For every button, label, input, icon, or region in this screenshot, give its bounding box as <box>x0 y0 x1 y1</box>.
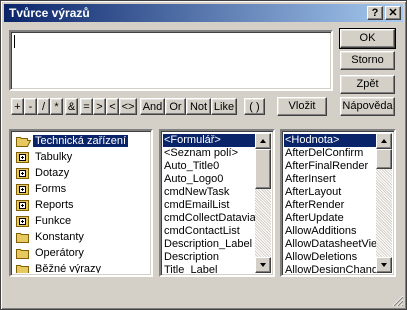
back-button[interactable]: Zpět <box>340 75 395 94</box>
list-item[interactable]: AfterInsert <box>284 173 376 186</box>
cancel-button[interactable]: Storno <box>340 51 395 70</box>
tree-item-label: Tabulky <box>35 151 73 163</box>
operator-less-button[interactable]: < <box>106 98 119 115</box>
tree-item-label: Forms <box>35 183 67 195</box>
value-list[interactable]: <Hodnota> AfterDelConfirm AfterFinalRend… <box>280 129 396 277</box>
list-item[interactable]: AllowDeletions <box>284 251 376 264</box>
folder-icon <box>16 249 29 259</box>
operator-equal-button[interactable]: = <box>80 98 93 115</box>
list-item[interactable]: Auto_Logo0 <box>163 173 255 186</box>
scroll-down-button[interactable] <box>376 257 392 273</box>
list-item[interactable]: Description <box>163 251 255 264</box>
operator-parentheses-button[interactable]: ( ) <box>244 98 265 115</box>
window-title: Tvůrce výrazů <box>9 6 90 20</box>
tree-item-tables[interactable]: Tabulky <box>13 149 149 165</box>
scroll-up-button[interactable] <box>255 133 271 149</box>
operator-not-button[interactable]: Not <box>186 98 211 115</box>
tree-item-forms[interactable]: Forms <box>13 181 149 197</box>
expression-builder-dialog: Tvůrce výrazů ? ✕ OK Storno Zpět + - / *… <box>0 0 407 310</box>
list-item[interactable]: AllowAdditions <box>284 225 376 238</box>
resize-grip-icon[interactable] <box>392 295 404 307</box>
list-item[interactable]: cmdEmailList <box>163 199 255 212</box>
tree-item-label: Reports <box>35 199 74 211</box>
operator-or-button[interactable]: Or <box>165 98 186 115</box>
operator-and-button[interactable]: And <box>140 98 165 115</box>
operator-greater-button[interactable]: > <box>93 98 106 115</box>
list-item[interactable]: AllowDatasheetView <box>284 238 376 251</box>
list-item[interactable]: <Seznam polí> <box>163 147 255 160</box>
tree-item-label: Operátory <box>35 247 84 259</box>
list-item[interactable]: AllowDesignChange <box>284 264 376 273</box>
category-tree[interactable]: Technická zařízení Tabulky Dotazy Forms … <box>9 129 153 277</box>
paste-button[interactable]: Vložit <box>277 97 327 116</box>
scroll-down-button[interactable] <box>255 257 271 273</box>
tree-item-operators[interactable]: Operátory <box>13 245 149 261</box>
list-item[interactable]: Description_Label <box>163 238 255 251</box>
list-item[interactable]: Auto_Title0 <box>163 160 255 173</box>
arrow-down-icon <box>381 263 387 267</box>
text-caret <box>14 35 15 48</box>
folder-icon <box>16 233 29 243</box>
list-item[interactable]: Title_Label <box>163 264 255 273</box>
list-item[interactable]: AfterUpdate <box>284 212 376 225</box>
list-item[interactable]: AfterLayout <box>284 186 376 199</box>
tree-item-label: Konstanty <box>35 231 84 243</box>
tree-item-common-expressions[interactable]: Běžné výrazy <box>13 261 149 273</box>
folder-plus-icon <box>16 168 29 179</box>
operator-minus-button[interactable]: - <box>24 98 37 115</box>
operator-like-button[interactable]: Like <box>211 98 237 115</box>
tree-item-reports[interactable]: Reports <box>13 197 149 213</box>
list-item[interactable]: AfterDelConfirm <box>284 147 376 160</box>
element-list[interactable]: <Formulář> <Seznam polí> Auto_Title0 Aut… <box>159 129 275 277</box>
scroll-thumb[interactable] <box>255 149 271 189</box>
operator-not-equal-button[interactable]: <> <box>119 98 137 115</box>
scroll-thumb[interactable] <box>376 149 392 169</box>
value-list-scrollbar[interactable] <box>376 133 392 273</box>
list-item[interactable]: cmdNewTask <box>163 186 255 199</box>
element-list-scrollbar[interactable] <box>255 133 271 273</box>
list-item[interactable]: AfterRender <box>284 199 376 212</box>
tree-item-current-db[interactable]: Technická zařízení <box>13 133 149 149</box>
operator-multiply-button[interactable]: * <box>50 98 63 115</box>
tree-item-queries[interactable]: Dotazy <box>13 165 149 181</box>
scroll-up-button[interactable] <box>376 133 392 149</box>
arrow-down-icon <box>260 263 266 267</box>
tree-item-label: Funkce <box>35 215 72 227</box>
title-bar[interactable]: Tvůrce výrazů ? ✕ <box>4 4 403 22</box>
close-title-button[interactable]: ✕ <box>385 6 401 20</box>
operator-plus-button[interactable]: + <box>11 98 24 115</box>
list-item[interactable]: cmdContactList <box>163 225 255 238</box>
list-item[interactable]: AfterFinalRender <box>284 160 376 173</box>
folder-plus-icon <box>16 184 29 195</box>
folder-icon <box>16 265 29 273</box>
arrow-up-icon <box>381 139 387 143</box>
folder-plus-icon <box>16 216 29 227</box>
tree-item-label: Technická zařízení <box>33 135 129 147</box>
list-item[interactable]: <Hodnota> <box>284 134 376 147</box>
folder-plus-icon <box>16 200 29 211</box>
arrow-up-icon <box>260 139 266 143</box>
list-item[interactable]: cmdCollectDataviaE <box>163 212 255 225</box>
expression-input[interactable] <box>9 30 333 91</box>
ok-button[interactable]: OK <box>339 28 396 49</box>
folder-open-icon <box>16 137 31 147</box>
tree-item-label: Běžné výrazy <box>35 263 102 273</box>
list-item[interactable]: <Formulář> <box>163 134 255 147</box>
help-title-button[interactable]: ? <box>367 6 383 20</box>
folder-plus-icon <box>16 152 29 163</box>
operator-concat-button[interactable]: & <box>65 98 78 115</box>
tree-item-constants[interactable]: Konstanty <box>13 229 149 245</box>
operator-divide-button[interactable]: / <box>37 98 50 115</box>
help-button[interactable]: Nápověda <box>340 97 395 116</box>
tree-item-label: Dotazy <box>35 167 70 179</box>
tree-item-functions[interactable]: Funkce <box>13 213 149 229</box>
